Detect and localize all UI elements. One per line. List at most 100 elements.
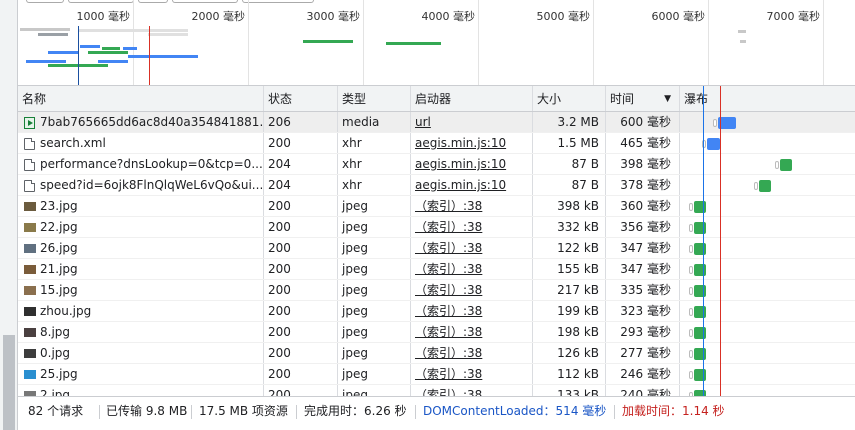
initiator-link[interactable]: （索引）:38 bbox=[415, 262, 482, 276]
request-name: 0.jpg bbox=[40, 346, 71, 360]
cell-name[interactable]: 7bab765665dd6ac8d40a354841881... bbox=[18, 112, 264, 132]
table-row[interactable]: 2.jpg 200 jpeg （索引）:38 133 kB 240 毫秒 bbox=[18, 385, 855, 396]
column-header-initiator[interactable]: 启动器 bbox=[411, 86, 533, 111]
tick-label: 5000 毫秒 bbox=[536, 10, 591, 23]
initiator-link[interactable]: （索引）:38 bbox=[415, 388, 482, 396]
tick-label: 1000 毫秒 bbox=[76, 10, 131, 23]
initiator-link[interactable]: url bbox=[415, 115, 431, 129]
waterfall-bar[interactable] bbox=[694, 285, 706, 297]
table-row[interactable]: speed?id=6ojk8FlnQlqWeL6vQo&ui... 204 xhr a… bbox=[18, 175, 855, 196]
cell-name[interactable]: search.xml bbox=[18, 133, 264, 153]
initiator-link[interactable]: aegis.min.js:10 bbox=[415, 157, 506, 171]
table-row[interactable]: 7bab765665dd6ac8d40a354841881... 206 media… bbox=[18, 112, 855, 133]
overview-bar bbox=[128, 55, 198, 58]
cell-initiator: （索引）:38 bbox=[411, 364, 533, 384]
table-row[interactable]: performance?dnsLookup=0&tcp=0... 204 xhr ae… bbox=[18, 154, 855, 175]
initiator-link[interactable]: aegis.min.js:10 bbox=[415, 178, 506, 192]
overview-tab-button[interactable] bbox=[68, 0, 134, 3]
cell-initiator: （索引）:38 bbox=[411, 301, 533, 321]
column-header-time[interactable]: 时间 ▼ bbox=[606, 86, 680, 111]
cell-type: jpeg bbox=[338, 280, 411, 300]
cell-time: 277 毫秒 bbox=[606, 343, 680, 363]
waterfall-bar[interactable] bbox=[694, 306, 706, 318]
table-row[interactable]: 8.jpg 200 jpeg （索引）:38 198 kB 293 毫秒 bbox=[18, 322, 855, 343]
table-row[interactable]: 22.jpg 200 jpeg （索引）:38 332 kB 356 毫秒 bbox=[18, 217, 855, 238]
cell-waterfall bbox=[680, 343, 855, 363]
initiator-link[interactable]: （索引）:38 bbox=[415, 220, 482, 234]
cell-name[interactable]: 21.jpg bbox=[18, 259, 264, 279]
waterfall-queue-bar bbox=[689, 203, 693, 211]
cell-name[interactable]: 0.jpg bbox=[18, 343, 264, 363]
column-header-waterfall[interactable]: 瀑布 bbox=[680, 86, 855, 111]
table-row[interactable]: 0.jpg 200 jpeg （索引）:38 126 kB 277 毫秒 bbox=[18, 343, 855, 364]
overview-tab-button[interactable] bbox=[138, 0, 168, 3]
waterfall-bar[interactable] bbox=[759, 180, 771, 192]
waterfall-bar[interactable] bbox=[780, 159, 792, 171]
waterfall-bar[interactable] bbox=[694, 264, 706, 276]
initiator-link[interactable]: （索引）:38 bbox=[415, 304, 482, 318]
cell-name[interactable]: speed?id=6ojk8FlnQlqWeL6vQo&ui... bbox=[18, 175, 264, 195]
cell-size: 126 kB bbox=[533, 343, 606, 363]
cell-initiator: （索引）:38 bbox=[411, 259, 533, 279]
overview-bar bbox=[48, 51, 78, 54]
initiator-link[interactable]: （索引）:38 bbox=[415, 283, 482, 297]
overview-tab-button[interactable] bbox=[172, 0, 238, 3]
waterfall-bar[interactable] bbox=[694, 222, 706, 234]
cell-name[interactable]: 2.jpg bbox=[18, 385, 264, 396]
cell-waterfall bbox=[680, 385, 855, 396]
table-row[interactable]: 23.jpg 200 jpeg （索引）:38 398 kB 360 毫秒 bbox=[18, 196, 855, 217]
table-row[interactable]: zhou.jpg 200 jpeg （索引）:38 199 kB 323 毫秒 bbox=[18, 301, 855, 322]
initiator-link[interactable]: （索引）:38 bbox=[415, 346, 482, 360]
initiator-link[interactable]: （索引）:38 bbox=[415, 367, 482, 381]
waterfall-bar[interactable] bbox=[707, 138, 720, 150]
waterfall-bar[interactable] bbox=[694, 201, 706, 213]
table-row[interactable]: search.xml 200 xhr aegis.min.js:10 1.5 MB 465… bbox=[18, 133, 855, 154]
waterfall-bar[interactable] bbox=[694, 369, 706, 381]
cell-type: xhr bbox=[338, 133, 411, 153]
overview-bar bbox=[740, 40, 746, 43]
cell-initiator: aegis.min.js:10 bbox=[411, 133, 533, 153]
table-row[interactable]: 15.jpg 200 jpeg （索引）:38 217 kB 335 毫秒 bbox=[18, 280, 855, 301]
cell-name[interactable]: 25.jpg bbox=[18, 364, 264, 384]
divider bbox=[614, 405, 615, 419]
cell-name[interactable]: 26.jpg bbox=[18, 238, 264, 258]
column-header-status[interactable]: 状态 bbox=[264, 86, 338, 111]
cell-time: 246 毫秒 bbox=[606, 364, 680, 384]
table-header: 名称 状态 类型 启动器 大小 时间 ▼ 瀑布 bbox=[18, 86, 855, 112]
overview-tab-button[interactable] bbox=[242, 0, 314, 3]
cell-name[interactable]: 23.jpg bbox=[18, 196, 264, 216]
cell-waterfall bbox=[680, 322, 855, 342]
initiator-link[interactable]: （索引）:38 bbox=[415, 241, 482, 255]
tick-line bbox=[248, 0, 249, 85]
column-header-name[interactable]: 名称 bbox=[18, 86, 264, 111]
timeline-overview[interactable]: 1000 毫秒 2000 毫秒 3000 毫秒 4000 毫秒 5000 毫秒 … bbox=[18, 0, 855, 86]
cell-initiator: （索引）:38 bbox=[411, 385, 533, 396]
cell-status: 204 bbox=[264, 154, 338, 174]
waterfall-queue-bar bbox=[689, 371, 693, 379]
initiator-link[interactable]: aegis.min.js:10 bbox=[415, 136, 506, 150]
initiator-link[interactable]: （索引）:38 bbox=[415, 199, 482, 213]
scrollbar-thumb[interactable] bbox=[3, 335, 15, 430]
cell-size: 398 kB bbox=[533, 196, 606, 216]
column-header-size[interactable]: 大小 bbox=[533, 86, 606, 111]
overview-bar bbox=[148, 33, 188, 36]
overview-bar bbox=[88, 51, 128, 54]
table-row[interactable]: 26.jpg 200 jpeg （索引）:38 122 kB 347 毫秒 bbox=[18, 238, 855, 259]
cell-name[interactable]: 15.jpg bbox=[18, 280, 264, 300]
request-name: 15.jpg bbox=[40, 283, 78, 297]
table-row[interactable]: 25.jpg 200 jpeg （索引）:38 112 kB 246 毫秒 bbox=[18, 364, 855, 385]
request-name: speed?id=6ojk8FlnQlqWeL6vQo&ui... bbox=[40, 178, 264, 192]
request-name: search.xml bbox=[40, 136, 106, 150]
waterfall-bar[interactable] bbox=[694, 327, 706, 339]
table-row[interactable]: 21.jpg 200 jpeg （索引）:38 155 kB 347 毫秒 bbox=[18, 259, 855, 280]
column-header-type[interactable]: 类型 bbox=[338, 86, 411, 111]
overview-tab-button[interactable] bbox=[26, 0, 64, 3]
waterfall-bar[interactable] bbox=[694, 243, 706, 255]
cell-name[interactable]: 8.jpg bbox=[18, 322, 264, 342]
initiator-link[interactable]: （索引）:38 bbox=[415, 325, 482, 339]
cell-name[interactable]: 22.jpg bbox=[18, 217, 264, 237]
cell-name[interactable]: zhou.jpg bbox=[18, 301, 264, 321]
cell-name[interactable]: performance?dnsLookup=0&tcp=0... bbox=[18, 154, 264, 174]
waterfall-bar[interactable] bbox=[694, 348, 706, 360]
overview-bar bbox=[123, 47, 137, 50]
